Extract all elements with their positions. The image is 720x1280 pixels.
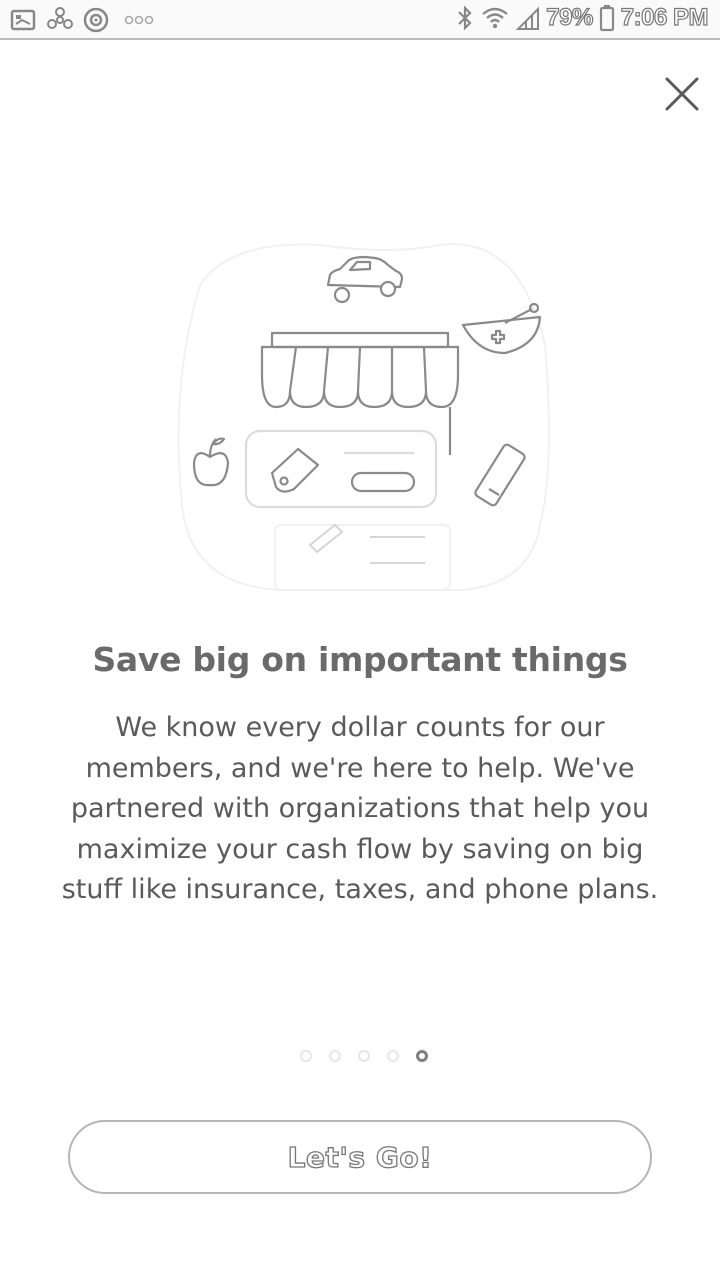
close-button[interactable] [658, 70, 706, 118]
target-icon [82, 6, 110, 34]
price-tag-icon [270, 447, 320, 493]
storefront-icon [244, 331, 460, 509]
page-dot-4[interactable] [387, 1050, 399, 1062]
page-dot-1[interactable] [300, 1050, 312, 1062]
mortar-pestle-icon [461, 302, 542, 355]
pinwheel-icon [46, 7, 74, 33]
close-icon [665, 77, 699, 111]
onboarding-illustration [160, 225, 560, 605]
status-bar: 79% 7:06 PM [0, 0, 720, 40]
description-text: We know every dollar counts for our memb… [61, 712, 659, 905]
bluetooth-icon [456, 4, 474, 32]
page-dot-3[interactable] [358, 1050, 370, 1062]
apple-icon [192, 437, 230, 487]
wifi-icon [480, 5, 510, 31]
page-dot-2[interactable] [329, 1050, 341, 1062]
signal-icon [516, 5, 540, 31]
car-icon [326, 255, 404, 304]
page-indicator [0, 1050, 720, 1062]
clock: 7:06 PM [620, 3, 709, 31]
battery-icon [599, 4, 615, 32]
image-icon [10, 8, 38, 32]
battery-percent: 79% [546, 3, 594, 31]
page-title: Save big on important things [92, 640, 628, 679]
lets-go-button[interactable]: Let's Go! [68, 1120, 652, 1194]
page-dot-5[interactable] [416, 1050, 428, 1062]
more-dots-icon [124, 13, 154, 27]
background-blob [177, 243, 550, 591]
phone-icon [474, 443, 526, 507]
pencil-icon [308, 523, 344, 554]
status-left-icons [10, 6, 154, 34]
lets-go-label: Let's Go! [287, 1140, 433, 1174]
status-right-icons: 79% 7:06 PM [456, 3, 709, 32]
